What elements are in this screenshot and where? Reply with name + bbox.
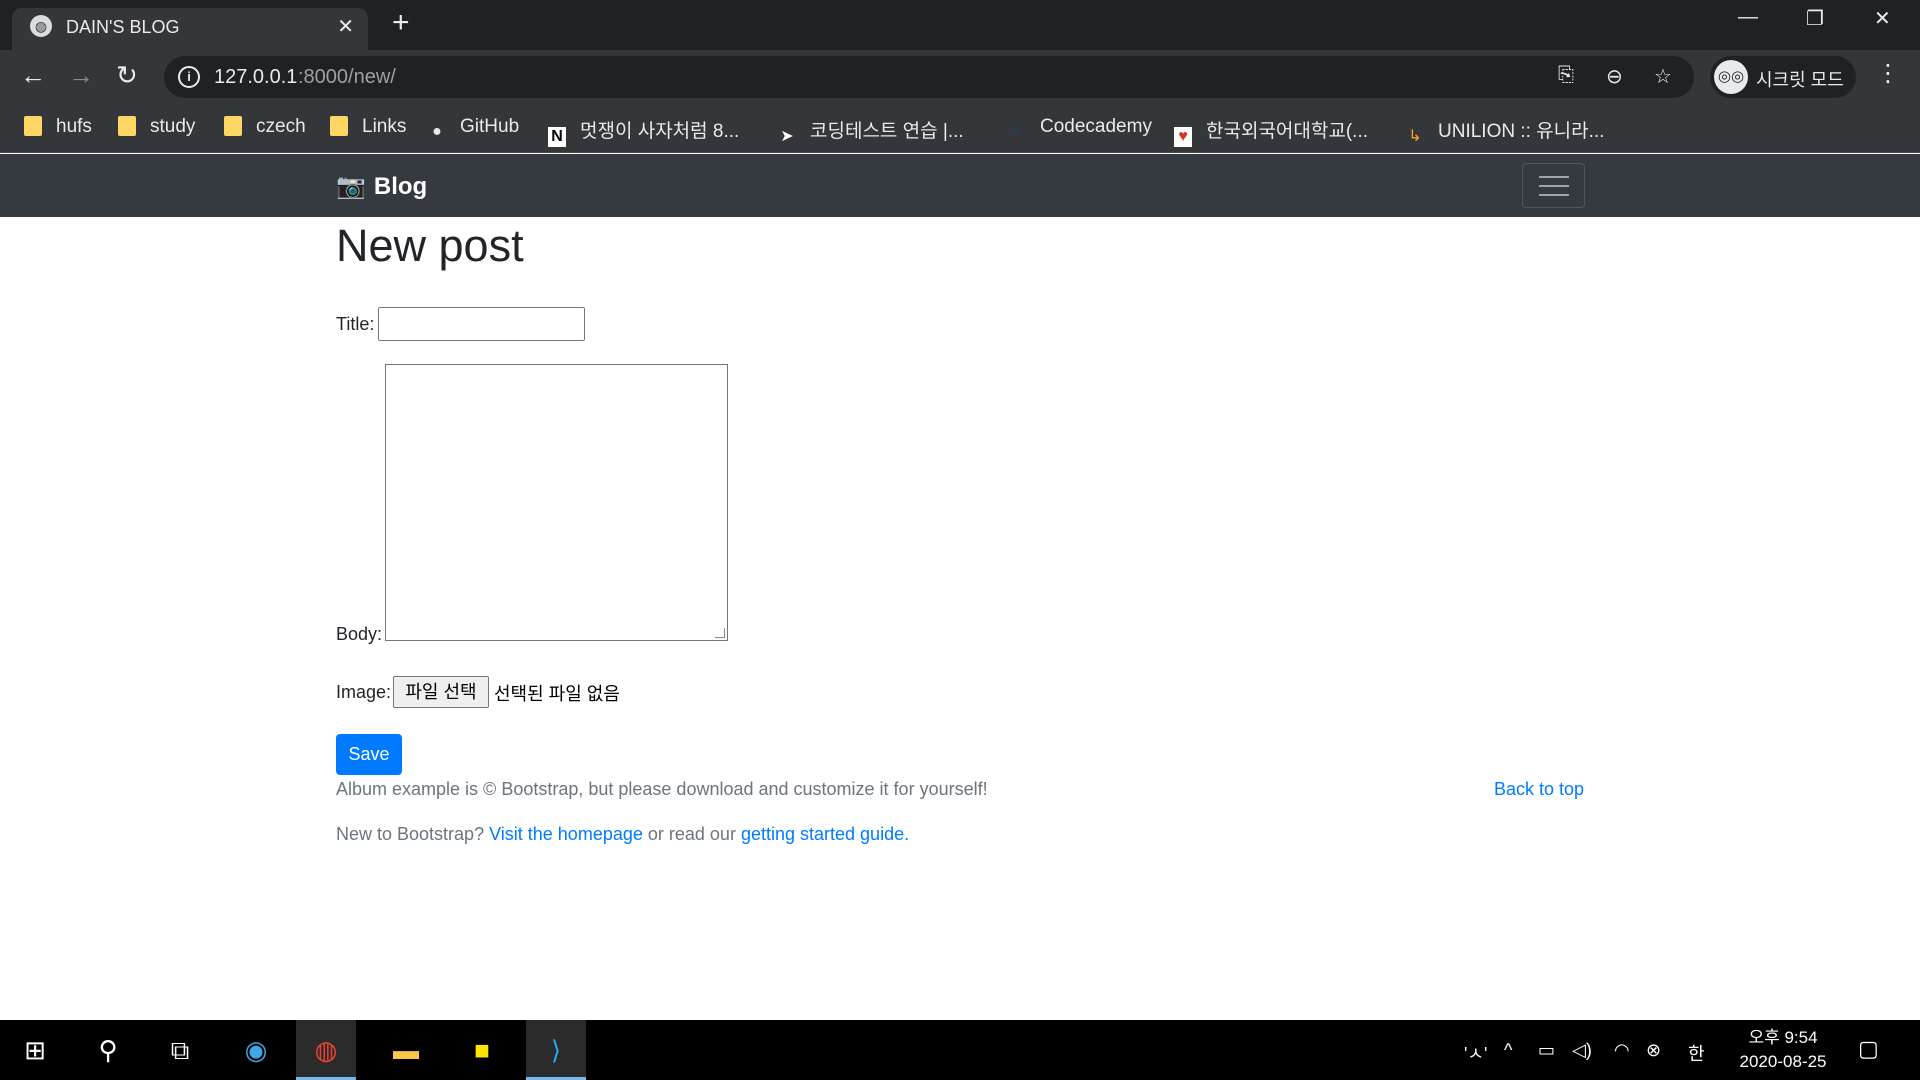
forward-button[interactable]: → [68,61,94,89]
url-path: :8000/new/ [298,66,396,88]
browser-tab[interactable]: ◍ DAIN'S BLOG ✕ [12,8,368,50]
bookmark-hufs[interactable]: hufs [24,116,92,142]
hufs-heart-icon: ♥ [1174,127,1192,147]
kakaotalk-icon[interactable]: ■ [452,1020,512,1080]
bookmark-study[interactable]: study [118,116,195,142]
notion-icon: N [548,127,566,147]
hamburger-icon [1539,176,1569,178]
folder-icon [118,116,136,136]
globe-icon: ◍ [30,15,52,37]
battery-icon[interactable]: ▭ [1538,1040,1555,1061]
translate-icon[interactable]: ⎘ [1558,64,1574,87]
file-status: 선택된 파일 없음 [494,684,620,704]
notifications-icon[interactable]: ▢ [1858,1036,1879,1062]
new-tab-button[interactable]: + [392,8,410,38]
tab-title: DAIN'S BLOG [66,17,180,37]
site-navbar: 📷 Blog [0,154,1920,217]
ime-language[interactable]: 한 [1688,1040,1705,1066]
bookmark-links[interactable]: Links [330,116,406,142]
folder-icon [330,116,348,136]
volume-icon[interactable]: ◁) [1572,1040,1592,1061]
close-window-button[interactable]: ✕ [1874,6,1891,31]
title-input[interactable] [378,307,585,341]
chrome-icon[interactable]: ◍ [296,1020,356,1080]
vscode-icon[interactable]: ⟩ [526,1020,586,1080]
camera-icon: 📷 [336,173,366,200]
chevron-up-icon[interactable]: ^ [1504,1040,1512,1061]
footer-bootstrap-line: New to Bootstrap? Visit the homepage or … [336,824,910,844]
homepage-link[interactable]: Visit the homepage [489,824,643,844]
github-icon: ● [432,123,442,140]
resize-grip-icon[interactable] [715,628,725,638]
url-host: 127.0.0.1 [214,66,298,88]
getting-started-link[interactable]: getting started guide [741,824,904,844]
site-info-icon[interactable]: i [178,66,200,88]
browser-menu-icon[interactable]: ⋮ [1876,62,1900,86]
edge-icon[interactable]: ◉ [226,1020,286,1080]
clock-date: 2020-08-25 [1739,1052,1827,1071]
footer-credit: Album example is © Bootstrap, but please… [336,779,988,799]
browser-tab-strip: ◍ DAIN'S BLOG ✕ + — ❐ ✕ [0,0,1920,50]
bookmark-star-icon[interactable]: ☆ [1654,64,1672,89]
unilion-icon: ↳ [1408,128,1422,145]
zoom-icon[interactable]: ⊖ [1606,64,1623,89]
wifi-icon[interactable]: ◠ [1614,1040,1630,1061]
bookmark-likelion[interactable]: N 멋쟁이 사자처럼 8... [548,116,739,147]
bookmark-programmers[interactable]: ➤ 코딩테스트 연습 |... [778,116,963,145]
brand-label: Blog [373,173,428,200]
image-label: Image: [336,682,392,702]
ime-indicator[interactable]: 'ㅅ' [1464,1040,1487,1066]
tab-close-icon[interactable]: ✕ [337,14,354,39]
codecademy-icon: ▪ [1014,123,1020,140]
clock[interactable]: 오후 9:54 2020-08-25 [1728,1026,1838,1074]
folder-icon [24,116,42,136]
brand-link[interactable]: 📷 Blog [336,172,427,201]
choose-file-button[interactable]: 파일 선택 [393,676,489,708]
body-label: Body: [336,624,383,644]
bookmark-hufs-univ[interactable]: ♥ 한국외국어대학교(... [1174,116,1368,147]
navbar-toggler-button[interactable] [1522,163,1585,208]
address-bar[interactable]: i 127.0.0.1 :8000/new/ ⎘ ⊖ ☆ [164,56,1694,98]
windows-start-icon[interactable]: ⊞ [5,1020,65,1080]
browser-toolbar: ← → ↻ i 127.0.0.1 :8000/new/ ⎘ ⊖ ☆ ◎◎ 시크… [0,50,1920,105]
incognito-profile-button[interactable]: ◎◎ 시크릿 모드 [1710,56,1856,98]
clock-time: 오후 9:54 [1748,1028,1818,1047]
search-icon[interactable]: ⚲ [78,1020,138,1080]
restore-button[interactable]: ❐ [1806,6,1824,31]
minimize-button[interactable]: — [1738,6,1758,29]
no-network-icon[interactable]: ⊗ [1646,1040,1661,1061]
reload-button[interactable]: ↻ [116,61,138,89]
page-title: New post [336,220,524,271]
back-to-top-link[interactable]: Back to top [1494,779,1584,800]
body-textarea[interactable] [385,364,728,641]
bookmarks-bar: hufs study czech Links ● GitHub N 멋쟁이 사자처럼… [0,105,1920,153]
incognito-label: 시크릿 모드 [1756,70,1844,90]
bookmark-unilion[interactable]: ↳ UNILION :: 유니라... [1406,116,1604,145]
bookmark-codecademy[interactable]: ▪ Codecademy [1008,116,1152,142]
back-button[interactable]: ← [20,61,46,89]
save-button[interactable]: Save [336,734,402,775]
incognito-icon: ◎◎ [1714,60,1748,94]
bookmark-github[interactable]: ● GitHub [428,116,519,142]
windows-taskbar: ⊞ ⚲ ⧉ ◉ ◍ ▬ ■ ⟩ 'ㅅ' ^ ▭ ◁) ◠ ⊗ 한 오후 9:54… [0,1020,1920,1080]
folder-icon [224,116,242,136]
bookmark-czech[interactable]: czech [224,116,306,142]
task-view-icon[interactable]: ⧉ [150,1020,210,1080]
title-label: Title: [336,314,375,334]
programmers-icon: ➤ [780,128,794,145]
file-explorer-icon[interactable]: ▬ [376,1020,436,1080]
